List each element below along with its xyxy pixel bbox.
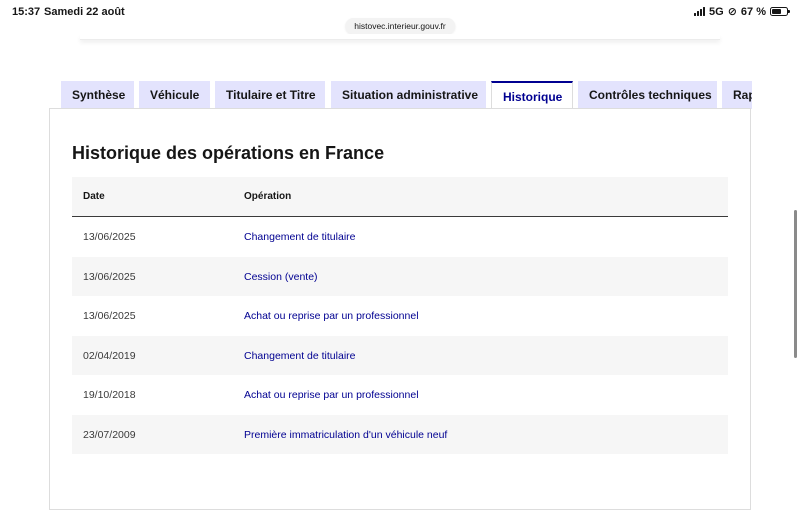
column-header-date: Date [83,191,105,202]
cell-date: 02/04/2019 [83,349,136,362]
cell-operation-link[interactable]: Changement de titulaire [244,231,356,243]
table-row: 23/07/2009 Première immatriculation d'un… [72,414,728,454]
table-row: 13/06/2025 Cession (vente) [72,256,728,296]
cell-operation-link[interactable]: Achat ou reprise par un professionnel [244,389,419,401]
battery-percent: 67 % [740,5,766,18]
page-scrollbar[interactable] [794,210,797,358]
cell-operation-link[interactable]: Changement de titulaire [244,350,356,362]
tab-label: Historique [503,89,563,104]
header-strip [80,34,720,40]
tab-titulaire-et-titre[interactable]: Titulaire et Titre [215,81,325,109]
column-header-operation: Opération [244,191,292,202]
table-row: 13/06/2025 Achat ou reprise par un profe… [72,296,728,336]
tab-situation-administrative[interactable]: Situation administrative [331,81,486,109]
battery-icon [770,7,790,16]
cell-date: 13/06/2025 [83,270,136,283]
page-title: Historique des opérations en France [72,143,385,163]
status-indicators: 5G ⊘ 67 % [694,5,790,18]
cell-operation-link[interactable]: Achat ou reprise par un professionnel [244,310,419,322]
url-text: histovec.interieur.gouv.fr [354,21,446,31]
address-bar[interactable]: histovec.interieur.gouv.fr [345,18,455,34]
cell-date: 13/06/2025 [83,310,136,322]
tab-rapport[interactable]: Rap [722,81,752,109]
network-label: 5G [709,5,724,18]
tab-historique[interactable]: Historique [491,81,573,109]
tab-label: Véhicule [150,88,200,102]
table-row: 13/06/2025 Changement de titulaire [72,217,728,257]
tab-vehicule[interactable]: Véhicule [139,81,210,109]
tab-label: Synthèse [72,88,126,102]
signal-icon [694,7,706,16]
tab-controles-techniques[interactable]: Contrôles techniques [578,81,717,109]
status-date: Samedi 22 août [44,6,125,18]
tab-label: Situation administrative [342,88,479,102]
tab-label: Rap [733,88,752,102]
operations-table: Date Opération 13/06/2025 Changement de … [72,177,728,454]
table-row: 19/10/2018 Achat ou reprise par un profe… [72,375,728,415]
rotation-lock-icon: ⊘ [727,6,737,18]
tab-synthese[interactable]: Synthèse [61,81,134,109]
tab-label: Contrôles techniques [589,88,712,102]
table-row: 02/04/2019 Changement de titulaire [72,335,728,375]
status-time: 15:37 [12,6,41,18]
tab-label: Titulaire et Titre [226,88,316,102]
tab-bar: Synthèse Véhicule Titulaire et Titre Sit… [61,81,752,109]
table-header: Date Opération [72,177,728,217]
cell-date: 13/06/2025 [83,231,136,243]
cell-date: 23/07/2009 [83,428,136,441]
cell-operation-link[interactable]: Cession (vente) [244,271,318,283]
cell-date: 19/10/2018 [83,389,136,401]
cell-operation-link[interactable]: Première immatriculation d'un véhicule n… [244,429,447,441]
